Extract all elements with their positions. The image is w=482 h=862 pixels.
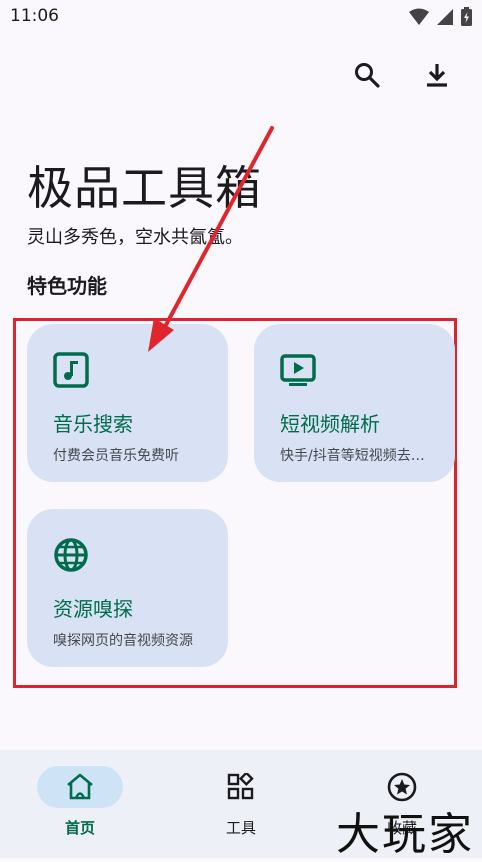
card-title: 资源嗅探 [53,597,133,621]
nav-item-home[interactable]: 首页 [20,766,140,838]
nav-label: 首页 [64,819,95,837]
globe-icon [54,538,88,572]
signal-icon [437,8,453,25]
home-icon [67,773,93,800]
section-title: 特色功能 [27,274,107,298]
status-icons [409,7,472,26]
nav-pill [198,766,284,808]
card-desc: 嗅探网页的音视频资源 [53,633,193,649]
card-title: 短视频解析 [280,412,380,436]
download-button[interactable] [422,60,452,90]
nav-item-tools[interactable]: 工具 [181,766,301,838]
page-subtitle: 灵山多秀色，空水共氤氲。 [27,227,243,248]
music-note-icon [53,352,89,388]
watermark: 大玩家 [336,809,474,860]
nav-pill [37,766,123,808]
battery-icon [461,7,472,26]
card-video-parse[interactable]: 短视频解析 快手/抖音等短视频去水印 [254,324,455,482]
search-button[interactable] [352,60,382,90]
card-resource-sniff[interactable]: 资源嗅探 嗅探网页的音视频资源 [27,509,228,667]
wifi-icon [409,8,429,25]
card-desc: 快手/抖音等短视频去水印 [280,448,429,464]
apps-icon [227,773,254,800]
card-music-search[interactable]: 音乐搜索 付费会员音乐免费听 [27,324,228,482]
card-title: 音乐搜索 [53,412,133,436]
download-icon [427,64,447,87]
page-title: 极品工具箱 [27,161,262,215]
search-icon [355,63,380,88]
status-bar: 11:06 [0,0,482,34]
nav-label: 工具 [225,819,256,837]
card-desc: 付费会员音乐免费听 [53,448,179,464]
top-actions [352,60,452,90]
status-time: 11:06 [10,6,59,26]
video-play-icon [280,354,316,386]
